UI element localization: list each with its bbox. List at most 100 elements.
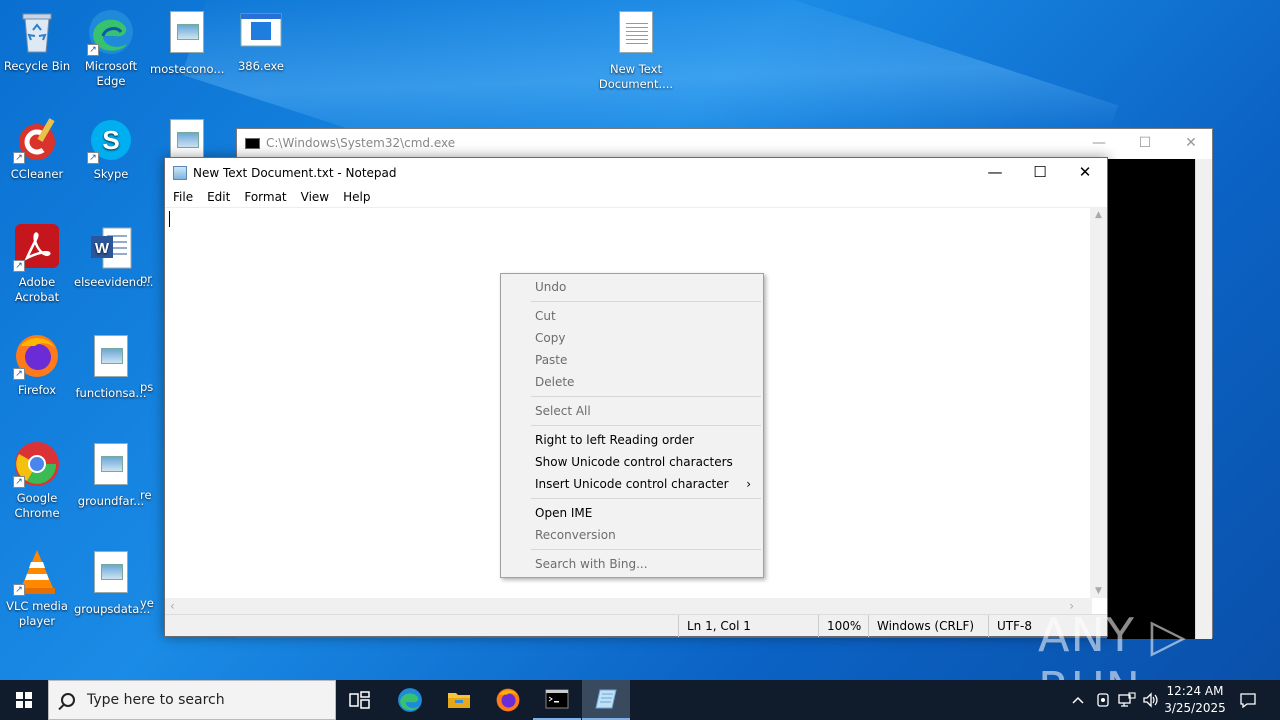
word-document-icon: W: [87, 224, 135, 272]
cmd-icon: [545, 689, 569, 709]
context-menu-copy[interactable]: Copy: [501, 327, 763, 349]
tray-volume-button[interactable]: [1140, 680, 1162, 720]
action-center-button[interactable]: [1234, 680, 1262, 720]
menu-separator: [531, 549, 761, 550]
menu-file[interactable]: File: [166, 190, 200, 204]
image-file-icon: [87, 335, 135, 383]
status-zoom: 100%: [818, 615, 868, 637]
cmd-console-area[interactable]: [1107, 159, 1197, 639]
desktop-icon-label: Adobe Acrobat: [14, 275, 60, 304]
menu-edit[interactable]: Edit: [200, 190, 237, 204]
menu-separator: [531, 498, 761, 499]
desktop-icon-groundfar[interactable]: groundfar...: [74, 440, 148, 509]
context-menu-show-unicode[interactable]: Show Unicode control characters: [501, 451, 763, 473]
menu-help[interactable]: Help: [336, 190, 377, 204]
desktop-icon-vlc[interactable]: ↗ VLC media player: [0, 548, 74, 629]
context-menu-rtl-reading-order[interactable]: Right to left Reading order: [501, 429, 763, 451]
desktop-icon-skype[interactable]: S ↗ Skype: [74, 116, 148, 182]
context-menu-cut[interactable]: Cut: [501, 305, 763, 327]
context-menu-search-bing[interactable]: Search with Bing...: [501, 553, 763, 575]
shortcut-arrow-icon: ↗: [87, 152, 99, 164]
svg-text:S: S: [102, 125, 119, 155]
notepad-maximize-button[interactable]: ☐: [1017, 158, 1063, 187]
cmd-scrollbar[interactable]: [1195, 159, 1212, 639]
taskbar-cmd-button[interactable]: [533, 680, 581, 720]
context-menu-insert-unicode-label: Insert Unicode control character: [535, 477, 729, 491]
network-icon: [1118, 692, 1136, 707]
notepad-icon: [173, 165, 187, 180]
desktop-icon-label: groupsdata...: [74, 602, 151, 616]
edge-icon: [398, 688, 422, 712]
taskbar-clock[interactable]: 12:24 AM 3/25/2025: [1160, 683, 1230, 717]
context-menu-delete[interactable]: Delete: [501, 371, 763, 393]
taskbar: Type here to search 12:24 AM 3/25/2025: [0, 680, 1280, 720]
windows-logo-icon: [16, 692, 32, 708]
menu-format[interactable]: Format: [237, 190, 293, 204]
desktop-icon-label: VLC media player: [6, 599, 68, 628]
notepad-status-bar: Ln 1, Col 1 100% Windows (CRLF) UTF-8: [165, 614, 1107, 637]
desktop-icon-386-exe[interactable]: 386.exe: [224, 8, 298, 74]
scroll-down-icon[interactable]: ▼: [1090, 586, 1107, 596]
shortcut-arrow-icon: ↗: [13, 152, 25, 164]
taskbar-notepad-button[interactable]: [582, 680, 630, 720]
shortcut-arrow-icon: ↗: [13, 260, 25, 272]
context-menu-insert-unicode[interactable]: Insert Unicode control character ›: [501, 473, 763, 495]
scroll-up-icon[interactable]: ▲: [1090, 210, 1107, 220]
image-file-icon: [163, 11, 211, 59]
desktop-icon-google-chrome[interactable]: ↗ Google Chrome: [0, 440, 74, 521]
desktop-icon-microsoft-edge[interactable]: ↗ Microsoft Edge: [74, 8, 148, 89]
chrome-icon: ↗: [13, 440, 61, 488]
skype-icon: S ↗: [87, 116, 135, 164]
image-file-icon: [87, 443, 135, 491]
chevron-up-icon: [1072, 696, 1084, 704]
context-menu-select-all[interactable]: Select All: [501, 400, 763, 422]
task-view-button[interactable]: [336, 680, 384, 720]
desktop-icon-firefox[interactable]: ↗ Firefox: [0, 332, 74, 398]
cmd-close-button[interactable]: ✕: [1168, 129, 1214, 157]
tray-network-button[interactable]: [1116, 680, 1138, 720]
tray-app-button[interactable]: [1092, 680, 1114, 720]
shortcut-arrow-icon: ↗: [13, 368, 25, 380]
desktop-icon-mosteconо[interactable]: mosteconо...: [150, 8, 224, 77]
notification-icon: [1240, 693, 1256, 708]
edge-icon: ↗: [87, 8, 135, 56]
show-hidden-icons-button[interactable]: [1068, 680, 1088, 720]
start-button[interactable]: [0, 680, 48, 720]
exe-file-icon: [237, 8, 285, 56]
cmd-title-bar[interactable]: C:\Windows\System32\cmd.exe: [237, 129, 1212, 157]
notepad-close-button[interactable]: ✕: [1062, 158, 1108, 187]
context-menu-reconversion[interactable]: Reconversion: [501, 524, 763, 546]
text-file-icon: [612, 11, 660, 59]
cmd-minimize-button[interactable]: —: [1076, 129, 1122, 157]
context-menu-open-ime[interactable]: Open IME: [501, 502, 763, 524]
taskbar-search-box[interactable]: Type here to search: [48, 680, 336, 720]
status-position: Ln 1, Col 1: [678, 615, 818, 637]
menu-separator: [531, 396, 761, 397]
desktop-icon-label: functionsa...: [75, 386, 147, 400]
notepad-minimize-button[interactable]: —: [972, 158, 1018, 187]
notepad-title-bar[interactable]: New Text Document.txt - Notepad: [165, 158, 1107, 187]
context-menu-undo[interactable]: Undo: [501, 276, 763, 298]
desktop-icon-label: Firefox: [17, 383, 57, 397]
notepad-vertical-scrollbar[interactable]: ▲ ▼: [1090, 208, 1107, 598]
cmd-maximize-button[interactable]: ☐: [1122, 129, 1168, 157]
notepad-title: New Text Document.txt - Notepad: [193, 165, 397, 180]
ccleaner-icon: ↗: [13, 116, 61, 164]
desktop-icon-groupsdata[interactable]: groupsdata...: [74, 548, 151, 617]
notepad-horizontal-scrollbar[interactable]: ‹ ›: [165, 598, 1092, 615]
scroll-left-icon[interactable]: ‹: [170, 598, 175, 615]
menu-view[interactable]: View: [294, 190, 336, 204]
context-menu-paste[interactable]: Paste: [501, 349, 763, 371]
desktop-icon-recycle-bin[interactable]: Recycle Bin: [0, 8, 74, 74]
desktop-icon-new-text-document[interactable]: New Text Document....: [598, 8, 674, 92]
desktop-icon-label: elseevidenc...: [74, 275, 154, 289]
desktop-icon-ccleaner[interactable]: ↗ CCleaner: [0, 116, 74, 182]
taskbar-firefox-button[interactable]: [484, 680, 532, 720]
tray-device-icon: [1097, 693, 1109, 707]
desktop-icon-functionsa[interactable]: functionsa...: [74, 332, 148, 401]
desktop-icon-adobe-acrobat[interactable]: ↗ Adobe Acrobat: [0, 224, 74, 305]
shortcut-arrow-icon: ↗: [13, 476, 25, 488]
desktop-icon-elseevidence[interactable]: W elseevidenc...: [74, 224, 154, 290]
taskbar-edge-button[interactable]: [386, 680, 434, 720]
taskbar-file-explorer-button[interactable]: [435, 680, 483, 720]
